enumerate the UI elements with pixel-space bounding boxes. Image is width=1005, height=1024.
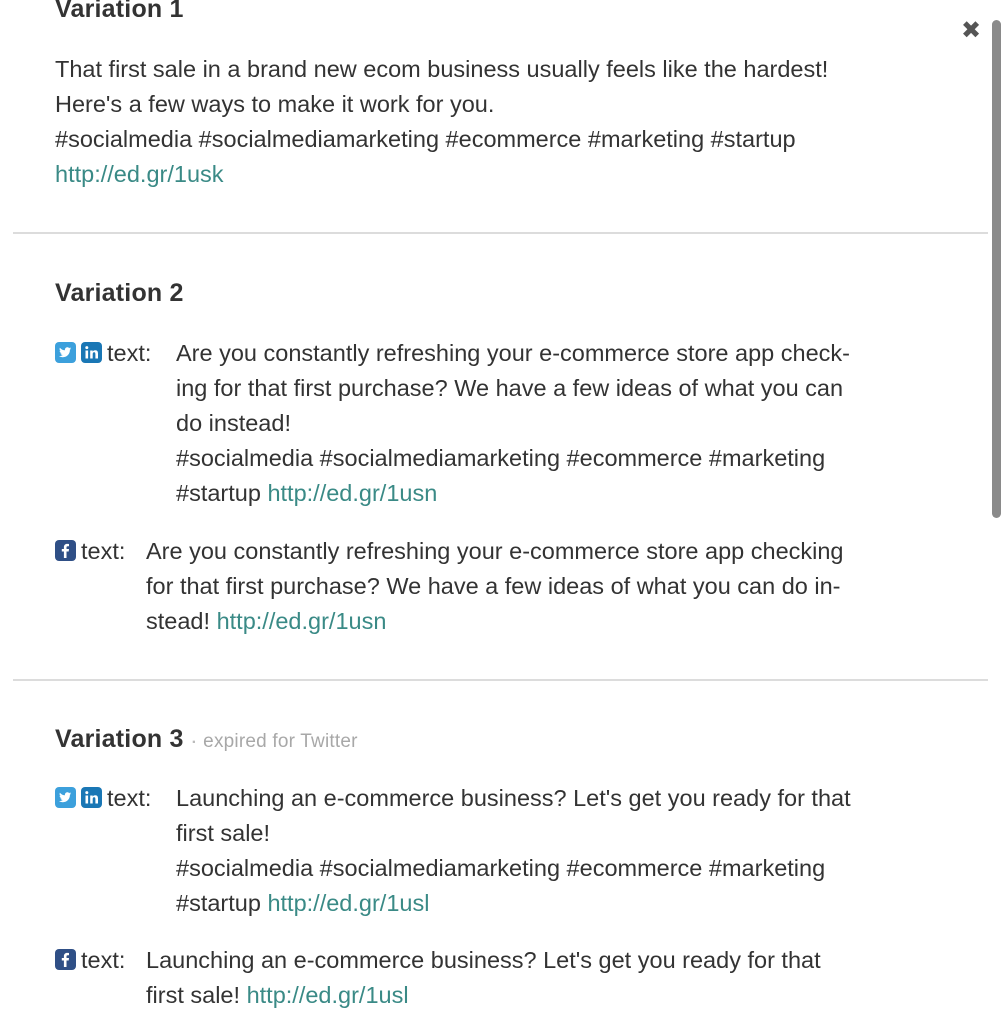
short-link[interactable]: http://ed.gr/1usn (217, 608, 387, 634)
text-line: first sale! (146, 982, 241, 1008)
text-label: text: (81, 538, 126, 564)
text-line: Are you constantly refreshing your e-com… (176, 340, 850, 366)
text-label: text: (107, 340, 152, 366)
variation-2: Variation 2 (55, 279, 955, 308)
variation-1: Variation 1 (55, 0, 955, 24)
variation-title: Variation 2 (55, 279, 184, 307)
short-link[interactable]: http://ed.gr/1usl (247, 982, 409, 1008)
text-line: #socialmedia #socialmediamarketing #ecom… (55, 126, 796, 152)
entry-facebook: text: Are you constantly refreshing your… (55, 534, 955, 639)
facebook-icon (55, 540, 76, 561)
separator-dot: · (191, 734, 198, 751)
entry-twitter-linkedin: text: Are you constantly refreshing your… (55, 336, 955, 511)
short-link[interactable]: http://ed.gr/1usk (55, 161, 224, 187)
entry-prefix: text: (55, 781, 151, 816)
close-icon[interactable]: ✖ (959, 18, 983, 42)
short-link[interactable]: http://ed.gr/1usl (267, 890, 429, 916)
facebook-icon (55, 949, 76, 970)
text-label: text: (107, 785, 152, 811)
text-line: for that first purchase? We have a few i… (146, 573, 841, 599)
text-line: do instead! (176, 410, 291, 436)
divider (13, 232, 988, 234)
twitter-icon (55, 787, 76, 808)
entry-prefix: text: (55, 943, 125, 978)
text-line: stead! (146, 608, 211, 634)
variation-title-row: Variation 3 · expired for Twitter (55, 725, 955, 754)
short-link[interactable]: http://ed.gr/1usn (267, 480, 437, 506)
scrollbar-thumb[interactable] (992, 20, 1001, 518)
twitter-icon (55, 342, 76, 363)
linkedin-icon (81, 342, 102, 363)
text-line: #startup (176, 480, 261, 506)
variation-title: Variation 1 (55, 0, 184, 23)
entry-prefix: text: (55, 336, 151, 371)
text-line: Are you constantly refreshing your e-com… (146, 538, 844, 564)
text-line: Launching an e-commerce business? Let's … (176, 785, 851, 811)
text-line: ing for that first purchase? We have a f… (176, 375, 844, 401)
text-line: That first sale in a brand new ecom busi… (55, 56, 829, 82)
text-line: #socialmedia #socialmediamarketing #ecom… (176, 855, 826, 881)
linkedin-icon (81, 787, 102, 808)
text-line: #startup (176, 890, 261, 916)
variation-3: Variation 3 · expired for Twitter (55, 725, 955, 754)
variation-1-text: That first sale in a brand new ecom busi… (55, 52, 955, 192)
divider (13, 679, 988, 681)
text-line: Launching an e-commerce business? Let's … (146, 947, 821, 973)
text-label: text: (81, 947, 126, 973)
expired-status: expired for Twitter (203, 731, 358, 752)
entry-facebook: text: Launching an e-commerce business? … (55, 943, 955, 1013)
variations-panel: Variation 1 That first sale in a brand n… (0, 0, 990, 1024)
entry-twitter-linkedin: text: Launching an e-commerce business? … (55, 781, 955, 921)
text-line: Here's a few ways to make it work for yo… (55, 91, 495, 117)
text-line: first sale! (176, 820, 271, 846)
entry-prefix: text: (55, 534, 125, 569)
variation-title: Variation 3 (55, 725, 184, 753)
text-line: #socialmedia #socialmediamarketing #ecom… (176, 445, 826, 471)
